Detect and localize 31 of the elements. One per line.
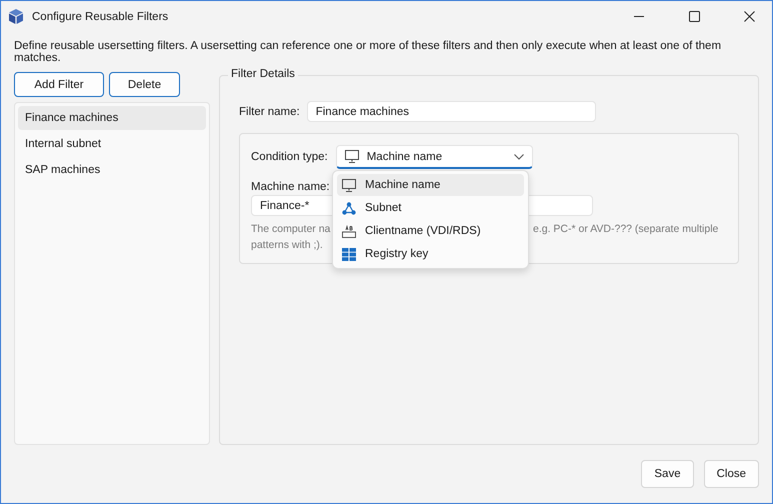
add-filter-button[interactable]: Add Filter bbox=[14, 72, 104, 97]
hint-text: e.g. PC-* or AVD-??? (separate multiple bbox=[533, 222, 718, 237]
hint-text: patterns with ;). bbox=[251, 238, 323, 253]
dropdown-option[interactable]: Subnet bbox=[337, 197, 524, 219]
condition-type-dropdown[interactable]: Machine name bbox=[336, 145, 533, 169]
chevron-down-icon bbox=[514, 154, 524, 160]
hint-text: The computer na bbox=[251, 222, 329, 237]
delete-button[interactable]: Delete bbox=[109, 72, 180, 97]
field-label: Machine name: bbox=[251, 181, 330, 193]
text-field-icon bbox=[342, 224, 356, 238]
network-icon bbox=[342, 202, 356, 214]
monitor-icon bbox=[342, 178, 356, 192]
group-title: Filter Details bbox=[228, 68, 298, 80]
filter-name-field[interactable]: Finance machines bbox=[306, 101, 596, 122]
field-label: Filter name: bbox=[239, 106, 300, 118]
dropdown-option[interactable]: Registry key bbox=[337, 243, 524, 265]
save-button[interactable]: Save bbox=[641, 460, 694, 488]
filter-list-item[interactable]: Internal subnet bbox=[18, 132, 206, 156]
cube-icon bbox=[9, 9, 23, 24]
filter-list-item[interactable]: SAP machines bbox=[18, 158, 206, 182]
close-icon[interactable] bbox=[744, 11, 754, 22]
grid-icon bbox=[342, 248, 356, 260]
maximize-icon[interactable] bbox=[688, 11, 700, 22]
filter-list-item[interactable]: Finance machines bbox=[18, 106, 206, 130]
close-dialog-button[interactable]: Close bbox=[704, 460, 759, 488]
dropdown-option[interactable]: Clientname (VDI/RDS) bbox=[337, 220, 524, 242]
window-title: Configure Reusable Filters bbox=[32, 10, 170, 22]
monitor-icon bbox=[344, 150, 359, 163]
field-label: Condition type: bbox=[251, 151, 328, 163]
dropdown-option[interactable]: Machine name bbox=[337, 174, 524, 196]
description-text: Define reusable usersetting filters. A usersetting can reference one or more of these filters and then only execute when at least one of them matches. bbox=[13, 39, 722, 64]
